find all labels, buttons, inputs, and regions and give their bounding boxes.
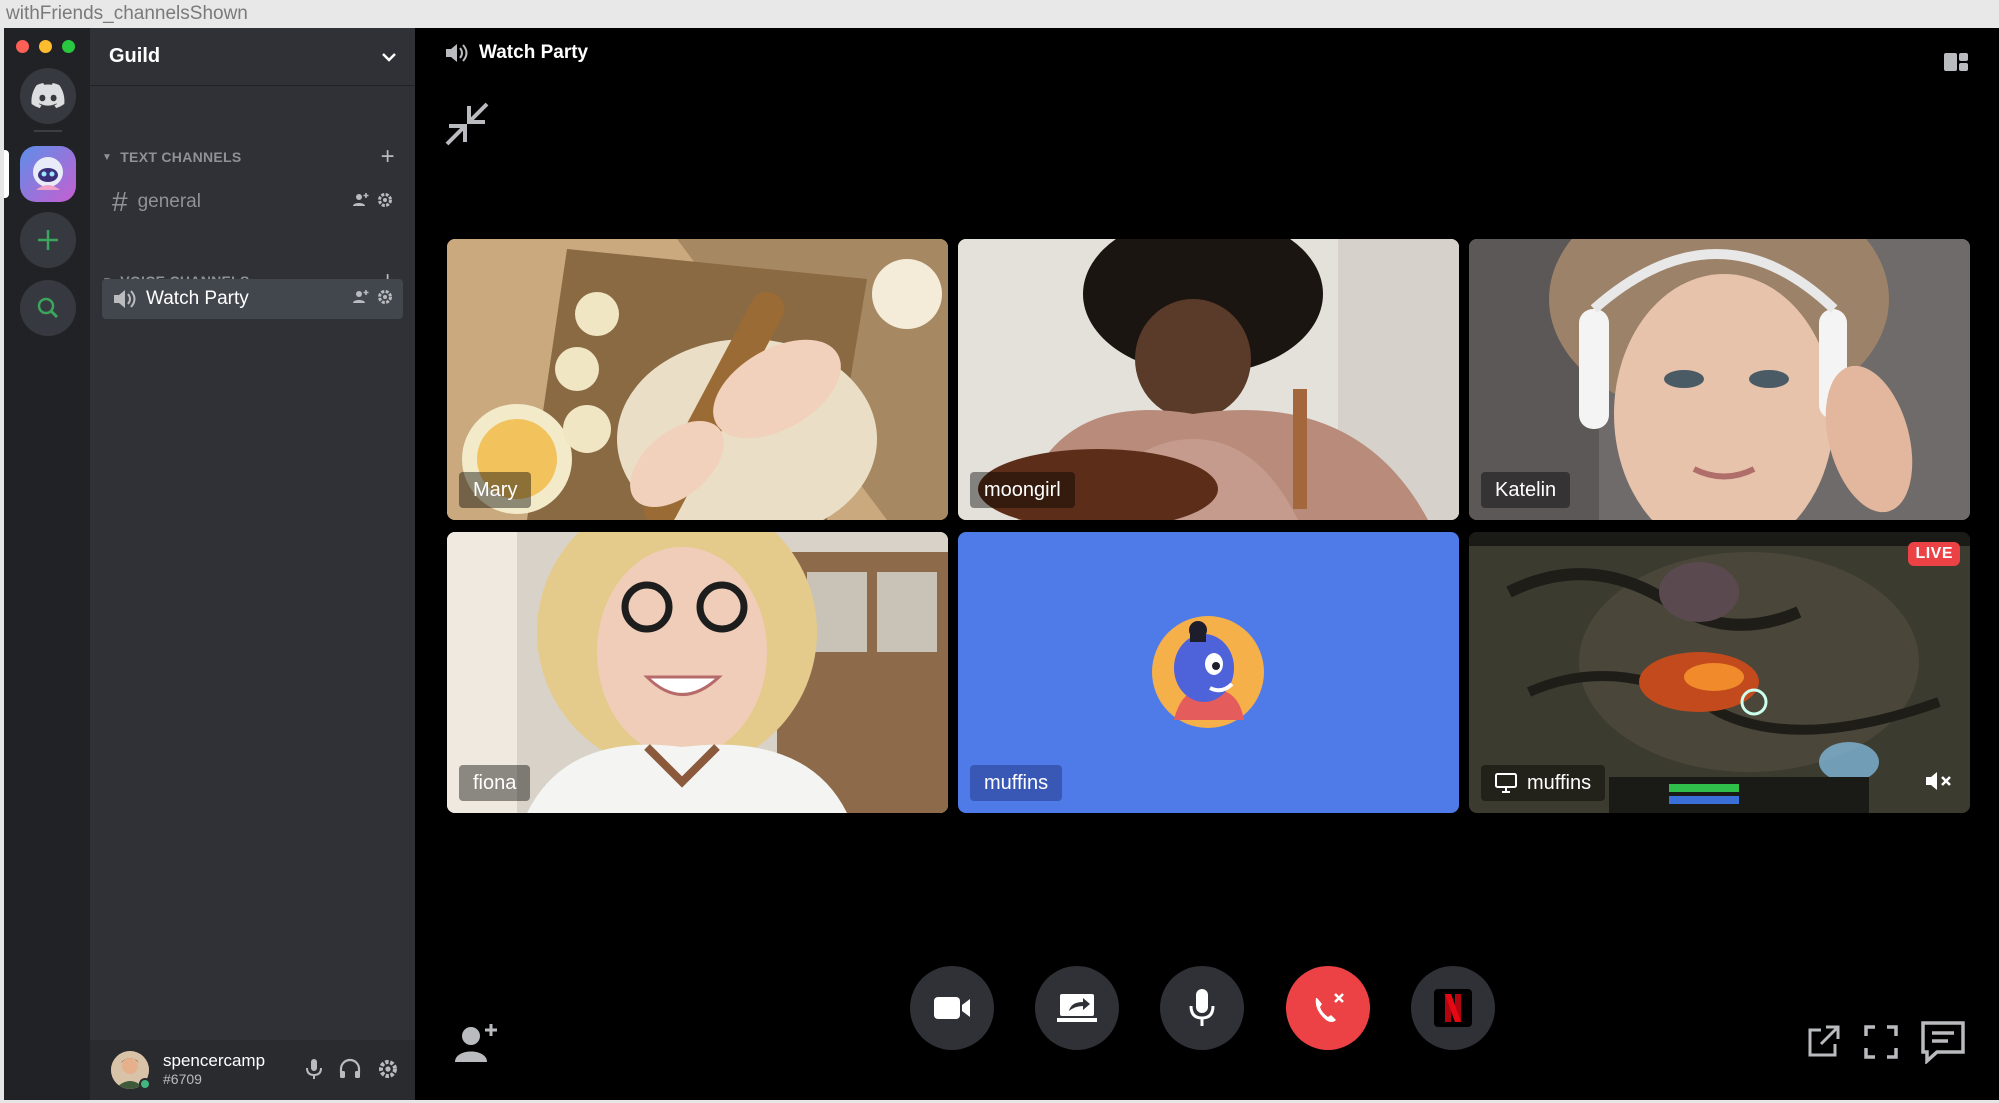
chevron-down-icon bbox=[382, 52, 396, 62]
channel-item-watch-party[interactable]: Watch Party bbox=[102, 279, 403, 319]
stream-tile[interactable]: LIVE muffins bbox=[1469, 532, 1970, 813]
discord-home-icon bbox=[31, 83, 65, 109]
participant-name: fiona bbox=[459, 765, 531, 801]
category-chevron-icon: ▼ bbox=[102, 151, 113, 163]
call-header: Watch Party bbox=[443, 42, 588, 64]
call-title: Watch Party bbox=[479, 42, 589, 63]
channel-label: Watch Party bbox=[146, 288, 249, 309]
guild-header[interactable]: Guild bbox=[90, 28, 415, 86]
screen-share-icon bbox=[1057, 994, 1097, 1022]
close-window-button[interactable] bbox=[16, 40, 29, 53]
guild-name: Guild bbox=[109, 45, 161, 67]
pop-out-icon[interactable] bbox=[1805, 1024, 1841, 1060]
channel-settings-icon[interactable] bbox=[377, 192, 393, 208]
participant-name: muffins bbox=[1527, 771, 1592, 794]
selected-guild-indicator bbox=[4, 150, 9, 198]
user-settings-icon[interactable] bbox=[377, 1058, 399, 1080]
online-status-badge bbox=[139, 1078, 151, 1090]
collapse-icon[interactable] bbox=[443, 100, 491, 148]
text-channels-category[interactable]: ▼ TEXT CHANNELS + bbox=[90, 143, 415, 171]
participant-tile[interactable]: muffins bbox=[958, 532, 1459, 813]
participant-tile[interactable]: fiona bbox=[447, 532, 948, 813]
microphone-button[interactable] bbox=[1160, 966, 1244, 1050]
user-discriminator: #6709 bbox=[163, 1071, 202, 1087]
disconnect-button[interactable] bbox=[1286, 966, 1370, 1050]
camera-icon bbox=[934, 997, 970, 1019]
channel-settings-icon[interactable] bbox=[377, 289, 393, 305]
create-text-channel-icon[interactable]: + bbox=[381, 143, 395, 171]
microphone-icon bbox=[1189, 989, 1215, 1026]
channel-label: general bbox=[137, 191, 201, 212]
home-button[interactable] bbox=[20, 68, 76, 124]
explore-icon bbox=[37, 297, 59, 319]
username: spencercamp bbox=[163, 1051, 266, 1070]
participant-tile[interactable]: Mary bbox=[447, 239, 948, 520]
fullscreen-icon[interactable] bbox=[1863, 1024, 1899, 1060]
layout-toggle-icon[interactable] bbox=[1943, 52, 1969, 72]
rail-separator bbox=[34, 130, 62, 132]
participant-tile[interactable]: Katelin bbox=[1469, 239, 1970, 520]
minimize-window-button[interactable] bbox=[39, 40, 52, 53]
guild-icon-button[interactable] bbox=[20, 146, 76, 202]
speaker-icon bbox=[114, 290, 136, 308]
window-controls bbox=[16, 40, 75, 53]
stream-label: muffins bbox=[1481, 765, 1606, 801]
guild-avatar-icon bbox=[33, 157, 63, 190]
participant-name: moongirl bbox=[970, 472, 1075, 508]
participant-tile[interactable]: moongirl bbox=[958, 239, 1459, 520]
window-caption: withFriends_channelsShown bbox=[0, 0, 1999, 28]
disconnect-icon bbox=[1315, 993, 1344, 1022]
explore-servers-button[interactable] bbox=[20, 280, 76, 336]
channel-sidebar: Guild ▼ TEXT CHANNELS + # general ▼ VOIC… bbox=[90, 28, 415, 1100]
invite-people-icon[interactable] bbox=[453, 1022, 501, 1064]
participant-name: Katelin bbox=[1481, 472, 1571, 508]
screen-share-button[interactable] bbox=[1035, 966, 1119, 1050]
add-server-icon bbox=[38, 230, 58, 250]
camera-button[interactable] bbox=[910, 966, 994, 1050]
invite-icon[interactable] bbox=[353, 192, 369, 208]
channel-item-general[interactable]: # general bbox=[102, 182, 403, 222]
participant-name: Mary bbox=[459, 472, 532, 508]
stream-muted-icon[interactable] bbox=[1924, 769, 1954, 793]
voice-call-view: Watch Party Mary moongirl Katelin fiona … bbox=[415, 28, 1999, 1100]
participant-name: muffins bbox=[970, 765, 1063, 801]
add-server-button[interactable] bbox=[20, 212, 76, 268]
invite-icon[interactable] bbox=[353, 289, 369, 305]
mute-microphone-icon[interactable] bbox=[305, 1058, 323, 1080]
speaker-icon bbox=[446, 44, 468, 62]
live-badge: LIVE bbox=[1908, 542, 1960, 566]
zoom-window-button[interactable] bbox=[62, 40, 75, 53]
category-label: TEXT CHANNELS bbox=[120, 149, 242, 165]
participant-avatar-icon bbox=[1152, 616, 1264, 728]
headphones-icon[interactable] bbox=[339, 1058, 361, 1080]
chat-icon[interactable] bbox=[1919, 1020, 1967, 1064]
text-channel-icon: # bbox=[112, 186, 128, 217]
netflix-activity-icon bbox=[1434, 989, 1472, 1027]
watch-together-button[interactable] bbox=[1411, 966, 1495, 1050]
monitor-icon bbox=[1495, 773, 1517, 793]
server-rail bbox=[4, 28, 90, 1100]
user-panel: spencercamp #6709 bbox=[90, 1040, 415, 1100]
discord-app: Guild ▼ TEXT CHANNELS + # general ▼ VOIC… bbox=[4, 28, 1999, 1100]
